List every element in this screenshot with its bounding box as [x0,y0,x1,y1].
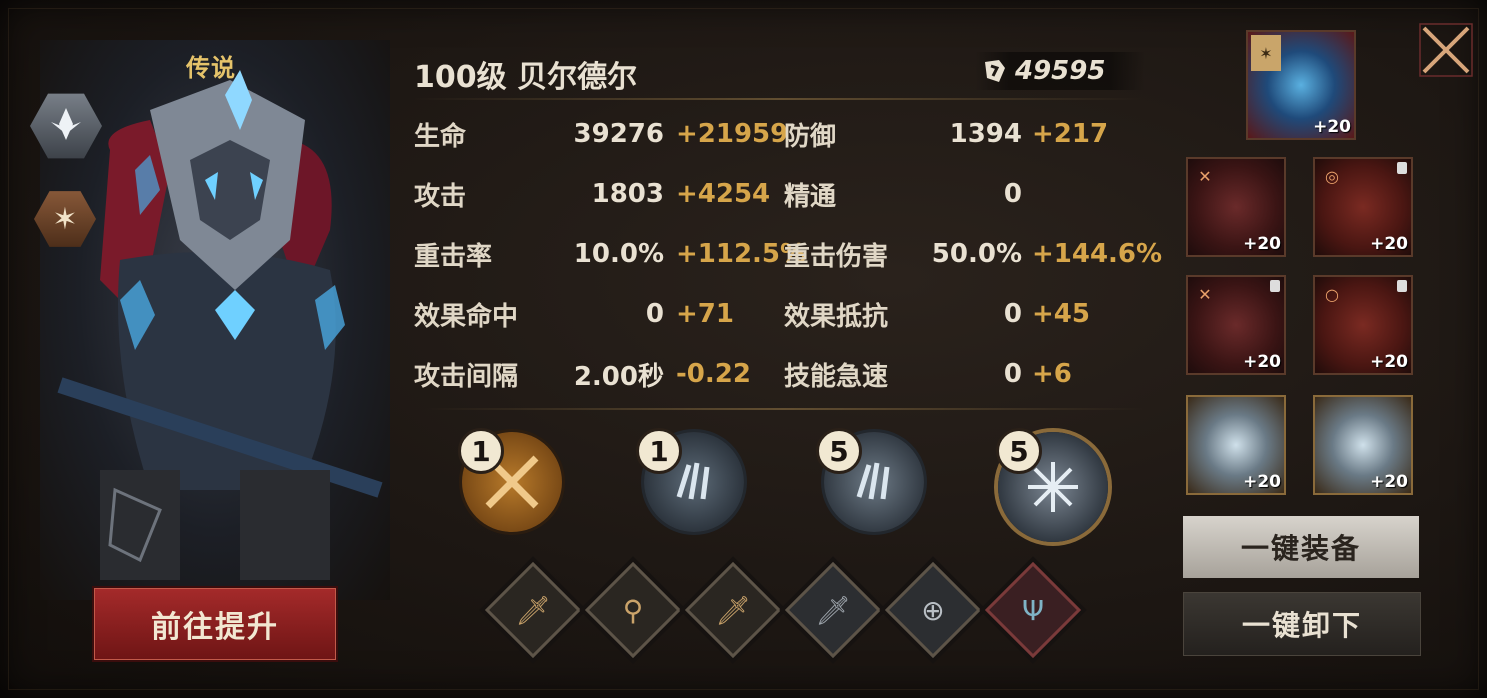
sword-icon: 🗡 [515,593,551,627]
sword-in-stone-icon: ⚲ [622,593,644,627]
crystal-class-icon [46,104,86,148]
trident-icon: Ψ [1021,593,1045,627]
close-icon[interactable] [1418,22,1474,78]
star-element-icon: ✶ [52,201,78,237]
unequip-all-button[interactable]: 一键卸下 [1183,592,1421,656]
equip-all-button[interactable]: 一键装备 [1183,516,1419,578]
star-element-icon: ✶ [1251,35,1281,71]
skill-3-level: 5 [816,428,862,474]
rune-slot-3[interactable]: 🗡 [684,561,782,659]
rune-slot-6[interactable]: Ψ [984,561,1082,659]
hero-title: 100级 贝尔德尔 [414,60,638,95]
ring-icon: ○ [1325,284,1339,304]
rarity-label: 传说 [186,54,236,82]
skill-2-level: 1 [636,428,682,474]
hero-detail-panel: 传说 ✶ 前往提升 100级 贝尔德尔 49595 生命 39276 +2195… [0,0,1487,698]
equipment-gauntlet[interactable]: ○ +20 [1313,275,1413,375]
stat-effect-resist: 效果抵抗 0 +45 [784,299,1090,332]
stat-crit-rate: 重击率 10.0% +112.5% [414,239,807,272]
skill-1-level: 1 [458,428,504,474]
equipment-helmet[interactable]: ✕ +20 [1186,157,1286,257]
stat-mastery: 精通 0 [784,179,1022,212]
header-divider [414,98,1144,100]
stat-attack: 攻击 1803 +4254 [414,179,771,212]
rune-slot-1[interactable]: 🗡 [484,561,582,659]
stat-skill-haste: 技能急速 0 +6 [784,359,1072,392]
equipment-gem-1[interactable]: +20 [1186,395,1286,495]
skill-4-level: 5 [996,428,1042,474]
lock-icon [1397,162,1407,174]
equipment-gun[interactable]: ◎ +20 [1313,157,1413,257]
stats-divider [424,408,1144,410]
stat-defense: 防御 1394 +217 [784,119,1109,152]
stat-crit-damage: 重击伤害 50.0% +144.6% [784,239,1163,272]
crossed-swords-icon: ✕ [1198,166,1212,186]
power-icon [981,58,1007,88]
plus-minus-icon: ⊕ [921,593,945,627]
rune-slot-5[interactable]: ⊕ [884,561,982,659]
go-upgrade-button[interactable]: 前往提升 [94,588,336,660]
sword-icon: 🗡 [715,593,751,627]
equipment-artifact[interactable]: ✶ +20 [1246,30,1356,140]
lock-icon [1270,280,1280,292]
sword-icon: 🗡 [815,593,851,627]
stat-attack-interval: 攻击间隔 2.00秒 -0.22 [414,359,751,392]
equipment-chest[interactable]: ✕ +20 [1186,275,1286,375]
rune-slot-2[interactable]: ⚲ [584,561,682,659]
target-icon: ◎ [1325,166,1339,186]
stat-hp: 生命 39276 +21959 [414,119,789,152]
rune-slot-4[interactable]: 🗡 [784,561,882,659]
lock-icon [1397,280,1407,292]
equipment-gem-2[interactable]: +20 [1313,395,1413,495]
crossed-swords-icon: ✕ [1198,284,1212,304]
combat-power: 49595 [975,52,1145,90]
power-value: 49595 [1015,56,1106,86]
stat-effect-hit: 效果命中 0 +71 [414,299,734,332]
